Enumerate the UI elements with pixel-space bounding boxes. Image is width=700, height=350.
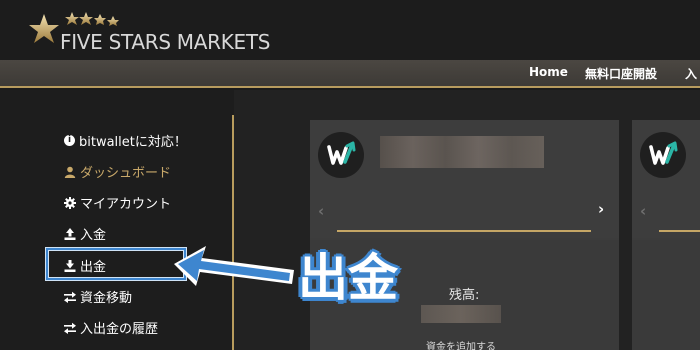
balance-value-redacted — [421, 305, 501, 323]
sidebar-item-dashboard[interactable]: ダッシュボード — [64, 162, 171, 181]
sidebar-item-label: 出金 — [80, 260, 107, 275]
chevron-left-icon[interactable]: ‹ — [318, 202, 324, 220]
card-accent-line — [659, 230, 700, 232]
sidebar-item-label: 資金移動 — [80, 291, 133, 306]
sidebar-item-bitwallet[interactable]: i bitwalletに対応！ — [64, 131, 187, 150]
user-icon — [64, 166, 76, 178]
card-accent-line — [337, 230, 591, 232]
callout-withdraw-label: 出金 — [298, 249, 398, 307]
chevron-right-icon[interactable]: › — [598, 200, 604, 218]
balance-label: 残高: — [449, 288, 480, 303]
account-name-redacted — [380, 136, 544, 168]
site-logo[interactable]: FIVE STARS MARKETS — [28, 10, 338, 54]
top-header: FIVE STARS MARKETS — [0, 0, 700, 60]
sidebar-item-fund-transfer[interactable]: 資金移動 — [64, 287, 132, 306]
sidebar-item-deposit[interactable]: 入金 — [64, 224, 106, 243]
wallet-card: ‹ › 残高: 資金を追加する — [310, 120, 619, 350]
sidebar — [0, 90, 234, 350]
sidebar-item-withdraw[interactable]: 出金 — [64, 256, 106, 275]
sidebar-item-history[interactable]: 入出金の履歴 — [64, 318, 158, 337]
transfer-icon — [64, 291, 76, 303]
sidebar-item-label: bitwalletに対応！ — [79, 135, 187, 150]
main-nav: Home 無料口座開設 入 — [0, 60, 700, 88]
download-icon — [64, 259, 76, 272]
sidebar-item-label: マイアカウント — [80, 197, 172, 212]
sidebar-item-my-account[interactable]: マイアカウント — [64, 193, 171, 212]
sidebar-item-label: 入金 — [80, 228, 107, 243]
nav-home[interactable]: Home — [529, 65, 568, 79]
add-funds-link[interactable]: 資金を追加する — [426, 338, 496, 350]
nav-open-account[interactable]: 無料口座開設 — [585, 65, 657, 82]
bitwallet-icon — [318, 132, 364, 178]
callout-arrow-icon — [174, 246, 294, 286]
upload-icon — [64, 227, 76, 240]
nav-truncated[interactable]: 入 — [685, 65, 697, 82]
brand-name: FIVE STARS MARKETS — [60, 30, 271, 54]
bitwallet-icon — [640, 132, 686, 178]
sidebar-item-label: ダッシュボード — [80, 166, 172, 181]
sidebar-item-label: 入出金の履歴 — [80, 322, 159, 337]
info-icon: i — [64, 135, 75, 146]
transfer-icon — [64, 322, 76, 334]
chevron-left-icon[interactable]: ‹ — [640, 202, 646, 220]
wallet-card-2: ‹ — [632, 120, 700, 350]
wallet-card-body — [632, 240, 700, 350]
gear-icon — [64, 196, 76, 209]
